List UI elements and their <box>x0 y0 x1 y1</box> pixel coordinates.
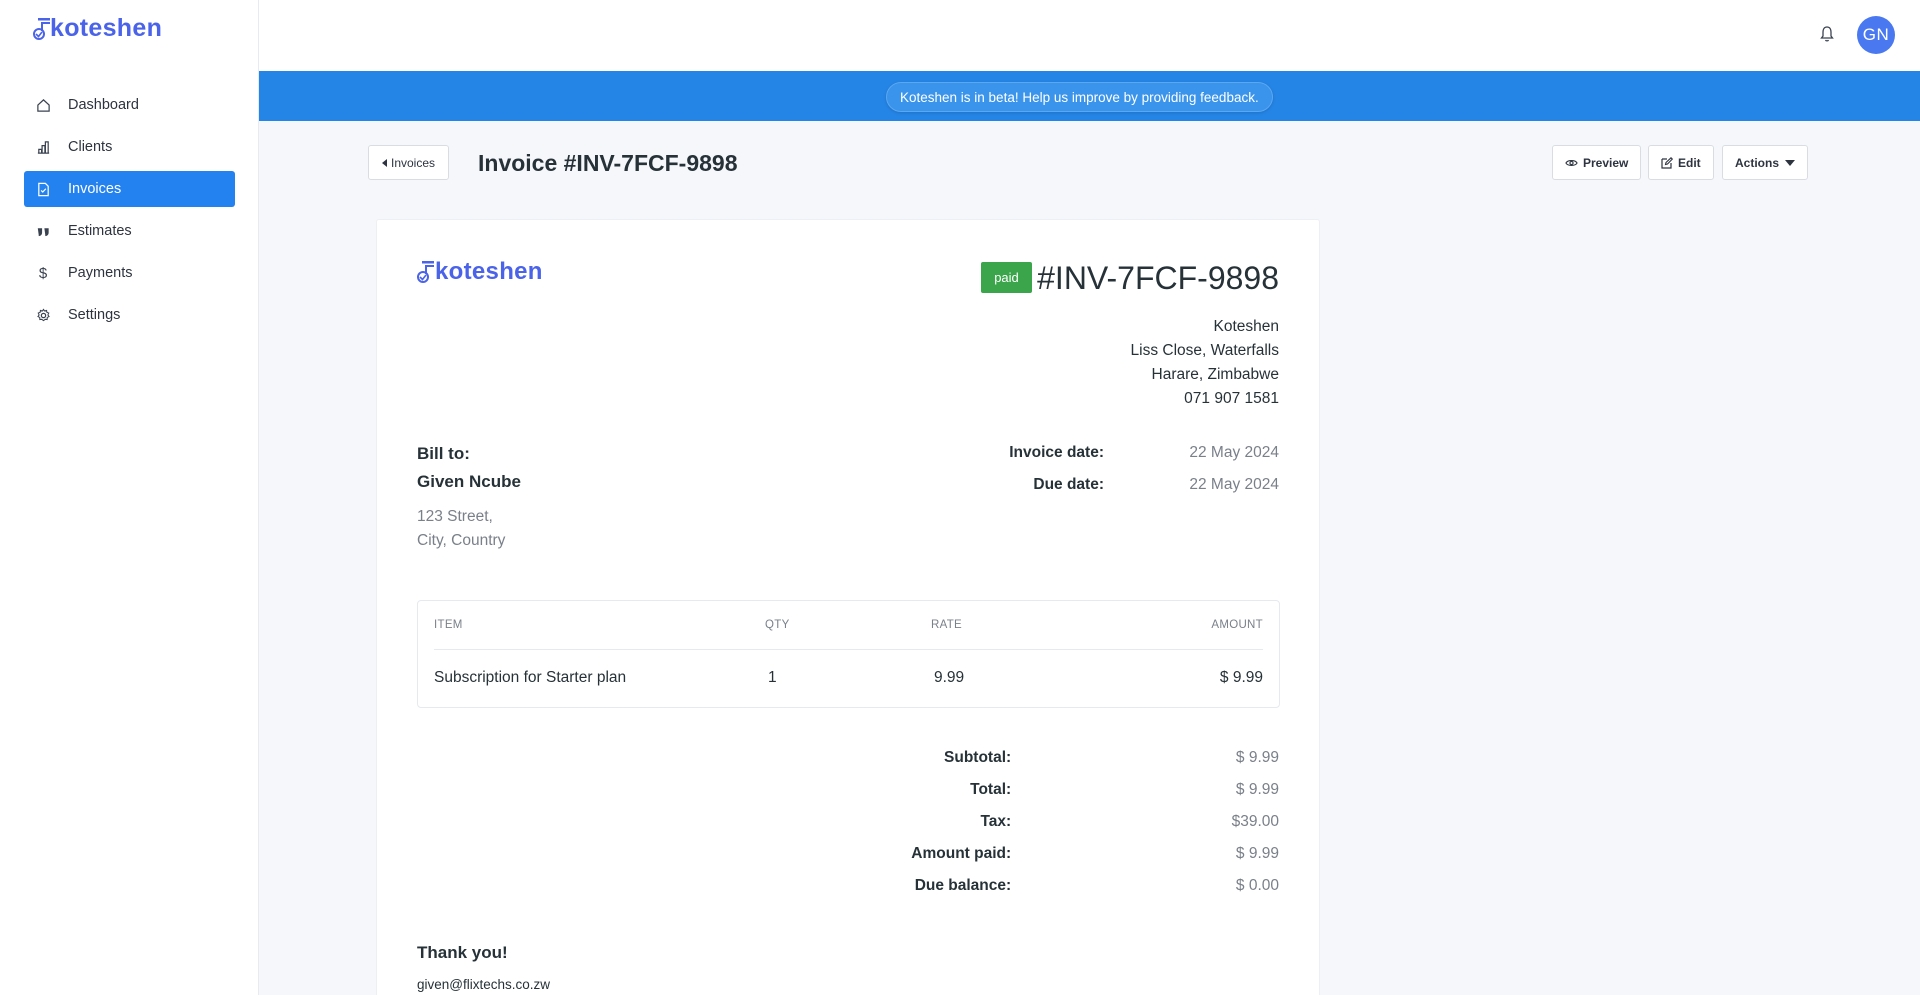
sidebar-item-dashboard[interactable]: Dashboard <box>24 87 235 123</box>
invoice-card: koteshen paid #INV-7FCF-9898 Koteshen Li… <box>376 219 1320 995</box>
preview-button-label: Preview <box>1583 155 1629 170</box>
total-row: Total: $ 9.99 <box>719 774 1279 806</box>
preview-button[interactable]: Preview <box>1552 145 1642 180</box>
due-balance-label: Due balance: <box>914 877 1012 894</box>
edit-button-label: Edit <box>1678 155 1701 170</box>
avatar[interactable]: GN <box>1857 16 1895 54</box>
table-row: Subscription for Starter plan 1 9.99 $ 9… <box>434 650 1263 708</box>
client-address-line1: 123 Street, <box>417 508 493 525</box>
item-description: Subscription for Starter plan <box>434 669 627 686</box>
home-icon <box>35 97 51 113</box>
back-button-label: Invoices <box>391 155 436 170</box>
edit-icon <box>1661 156 1673 169</box>
invoice-logo: koteshen <box>417 260 543 284</box>
invoice-date-row: Invoice date: 22 May 2024 <box>964 444 1279 462</box>
column-header-amount: AMOUNT <box>1211 619 1263 631</box>
sidebar-item-label: Invoices <box>68 181 122 197</box>
sidebar-item-label: Clients <box>68 139 113 155</box>
client-address: 123 Street, City, Country <box>417 505 505 553</box>
amount-paid-value: $ 9.99 <box>1235 845 1279 862</box>
sidebar-item-label: Estimates <box>68 223 132 239</box>
column-header-item: ITEM <box>434 619 463 631</box>
column-header-qty: QTY <box>765 619 790 631</box>
due-date-row: Due date: 22 May 2024 <box>964 476 1279 494</box>
totals-section: Subtotal: $ 9.99 Total: $ 9.99 Tax: $39.… <box>719 742 1279 902</box>
tax-row: Tax: $39.00 <box>719 806 1279 838</box>
beta-banner: Koteshen is in beta! Help us improve by … <box>259 71 1920 121</box>
client-name: Given Ncube <box>417 472 521 491</box>
sidebar-item-invoices[interactable]: Invoices <box>24 171 235 207</box>
item-rate: 9.99 <box>934 669 965 686</box>
due-date-label: Due date: <box>1033 476 1104 493</box>
chart-bar-icon <box>35 139 51 155</box>
company-info: Koteshen Liss Close, Waterfalls Harare, … <box>1131 315 1279 411</box>
invoice-date-label: Invoice date: <box>1009 444 1104 461</box>
line-items-table: ITEM QTY RATE AMOUNT Subscription for St… <box>417 600 1280 708</box>
document-icon <box>35 181 51 197</box>
company-address-line2: Harare, Zimbabwe <box>1151 366 1280 383</box>
client-address-line2: City, Country <box>417 532 506 549</box>
thank-you-note: Thank you! <box>417 943 508 962</box>
sidebar-item-estimates[interactable]: Estimates <box>24 213 235 249</box>
status-badge: paid <box>981 262 1032 293</box>
amount-paid-row: Amount paid: $ 9.99 <box>719 838 1279 870</box>
company-name: Koteshen <box>1213 318 1280 335</box>
column-header-rate: RATE <box>931 619 963 631</box>
invoice-brand-name: koteshen <box>435 258 543 285</box>
total-value: $ 9.99 <box>1235 781 1279 798</box>
company-phone: 071 907 1581 <box>1184 390 1279 407</box>
sidebar-item-payments[interactable]: $ Payments <box>24 255 235 291</box>
topbar: GN <box>259 0 1920 71</box>
invoice-number: #INV-7FCF-9898 <box>1037 260 1279 296</box>
sidebar-item-label: Settings <box>68 307 121 323</box>
table-header: ITEM QTY RATE AMOUNT <box>434 601 1263 650</box>
page-title: Invoice #INV-7FCF-9898 <box>478 150 738 176</box>
brand-name: koteshen <box>50 14 163 42</box>
logo-icon <box>417 261 434 283</box>
caret-left-icon <box>382 158 387 167</box>
sidebar-item-label: Payments <box>68 265 133 281</box>
company-address-line1: Liss Close, Waterfalls <box>1130 342 1279 359</box>
eye-icon <box>1565 159 1578 166</box>
due-balance-value: $ 0.00 <box>1235 877 1279 894</box>
bill-to-label: Bill to: <box>417 444 470 463</box>
item-amount: $ 9.99 <box>1219 669 1263 686</box>
sidebar: koteshen Dashboard Clients Invoices Esti… <box>0 0 259 995</box>
tax-label: Tax: <box>980 813 1012 830</box>
beta-feedback-pill[interactable]: Koteshen is in beta! Help us improve by … <box>886 82 1273 112</box>
quote-icon <box>35 223 51 239</box>
edit-button[interactable]: Edit <box>1648 145 1714 180</box>
sidebar-item-label: Dashboard <box>68 97 139 113</box>
caret-down-icon <box>1785 159 1796 166</box>
due-date-value: 22 May 2024 <box>1189 476 1279 493</box>
total-label: Total: <box>970 781 1012 798</box>
tax-value: $39.00 <box>1231 813 1279 830</box>
sidebar-nav: Dashboard Clients Invoices Estimates $ P… <box>24 87 235 339</box>
actions-button-label: Actions <box>1735 155 1780 170</box>
back-to-invoices-button[interactable]: Invoices <box>368 145 450 180</box>
due-balance-row: Due balance: $ 0.00 <box>719 870 1279 902</box>
sidebar-item-clients[interactable]: Clients <box>24 129 235 165</box>
contact-email: given@flixtechs.co.zw <box>417 977 551 992</box>
subtotal-value: $ 9.99 <box>1235 749 1279 766</box>
dollar-icon: $ <box>38 264 48 282</box>
sidebar-item-settings[interactable]: Settings <box>24 297 235 333</box>
brand-logo[interactable]: koteshen <box>33 16 162 41</box>
invoice-date-value: 22 May 2024 <box>1189 444 1279 461</box>
gear-icon <box>35 307 51 323</box>
logo-icon <box>33 18 50 40</box>
amount-paid-label: Amount paid: <box>911 845 1012 862</box>
subtotal-label: Subtotal: <box>944 749 1012 766</box>
item-qty: 1 <box>768 669 777 686</box>
subtotal-row: Subtotal: $ 9.99 <box>719 742 1279 774</box>
bell-icon[interactable] <box>1819 25 1837 45</box>
actions-dropdown-button[interactable]: Actions <box>1722 145 1809 180</box>
